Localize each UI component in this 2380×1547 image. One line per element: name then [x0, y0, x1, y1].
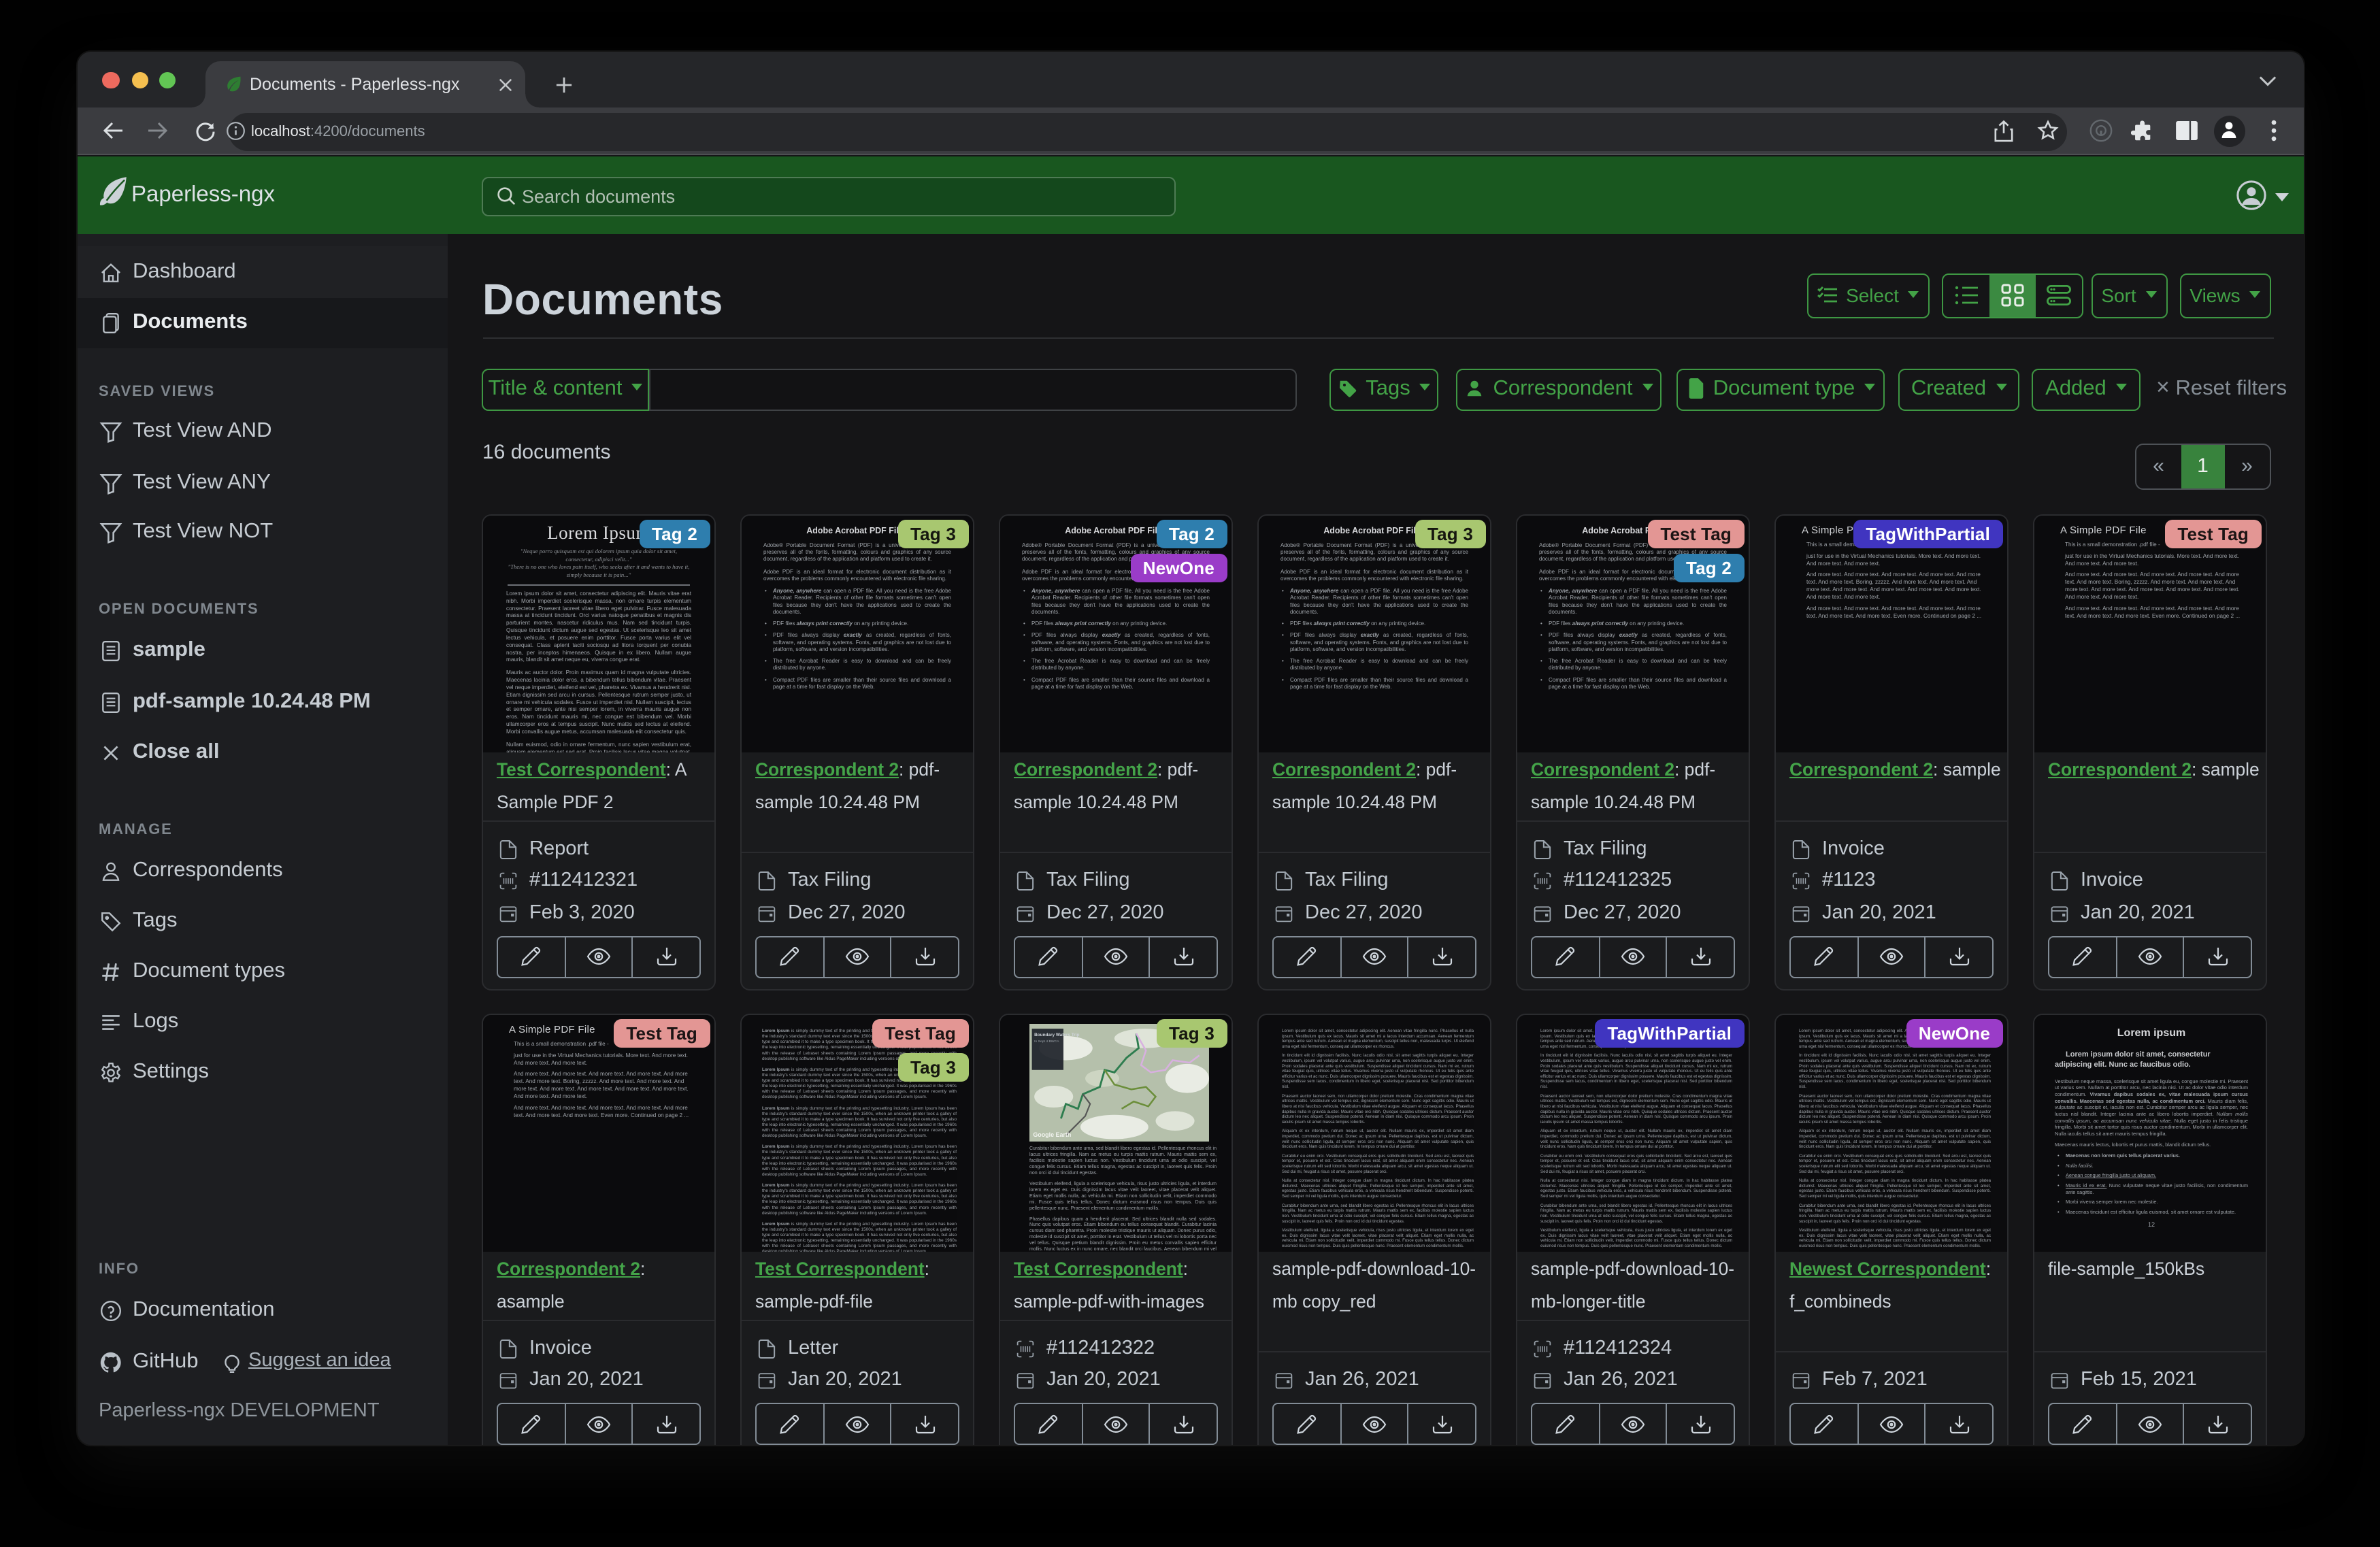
svg-text:Google Earth: Google Earth	[1033, 1131, 1071, 1138]
svg-text:In Sept 4 BWCA: In Sept 4 BWCA	[1034, 1039, 1059, 1044]
svg-text:Boundary Waters Trip: Boundary Waters Trip	[1034, 1033, 1079, 1037]
